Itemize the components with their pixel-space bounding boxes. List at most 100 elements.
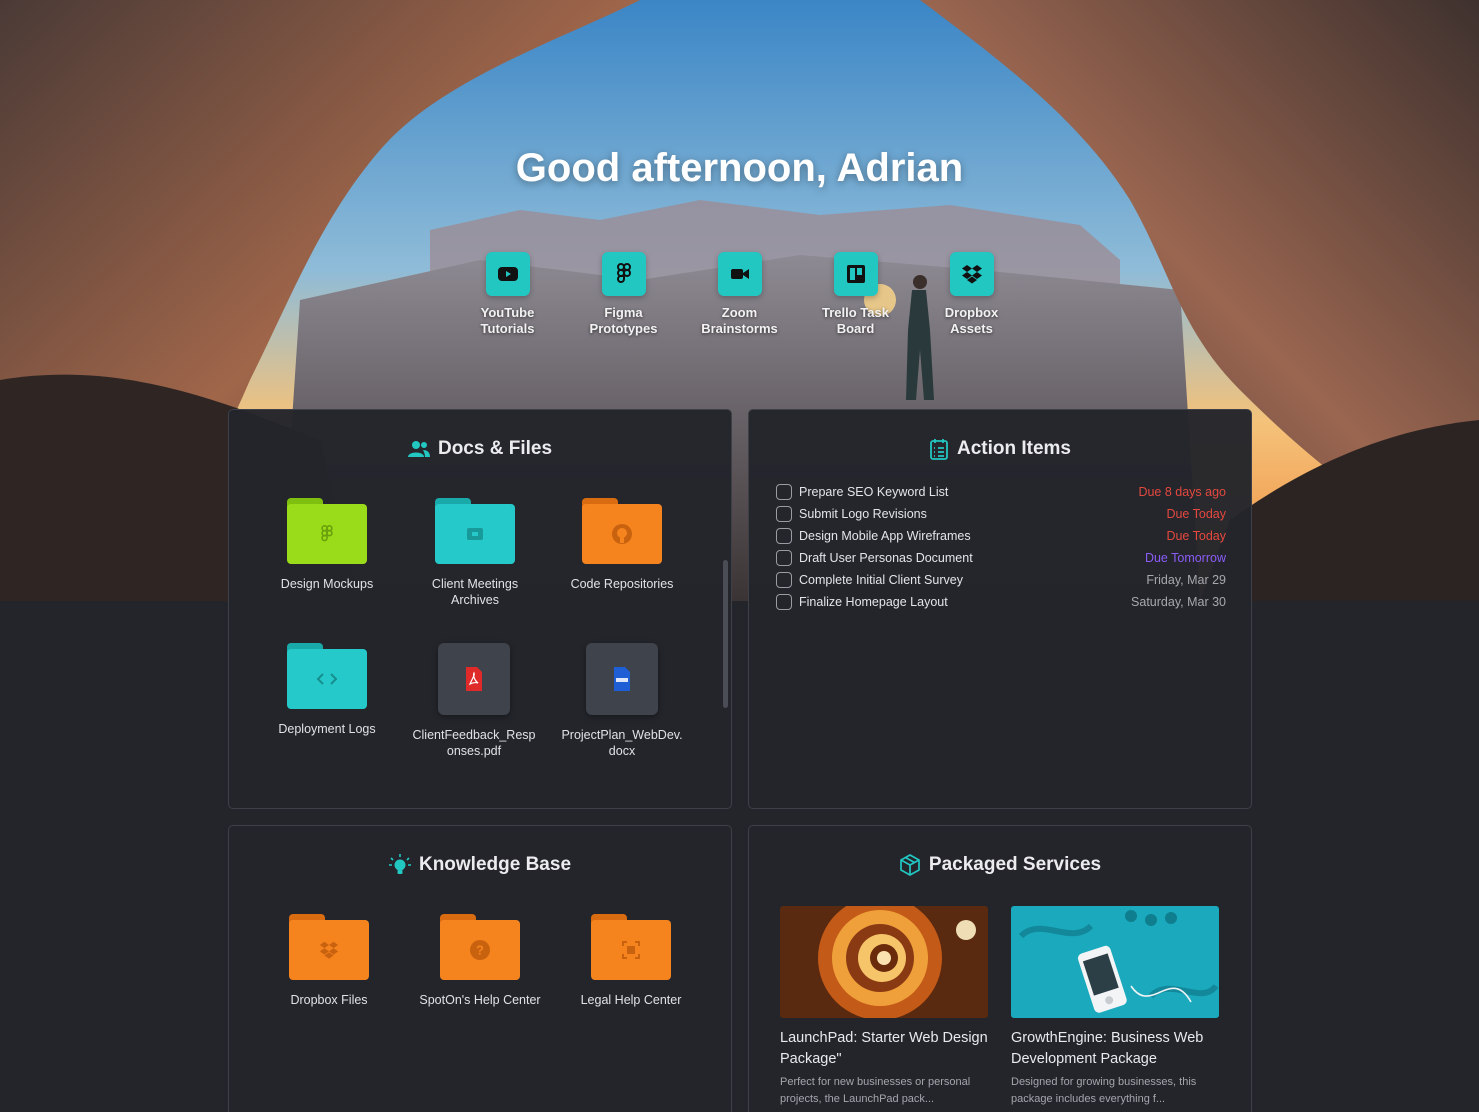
task-name: Submit Logo Revisions	[799, 507, 927, 521]
task-name: Draft User Personas Document	[799, 551, 973, 565]
folder-legal-help[interactable]: Legal Help Center	[561, 914, 701, 1008]
youtube-icon	[485, 252, 530, 296]
package-description: Designed for growing businesses, this pa…	[1011, 1076, 1197, 1105]
code-icon	[316, 673, 338, 685]
folder-icon	[289, 914, 369, 980]
file-client-feedback[interactable]: ClientFeedback_Responses.pdf	[404, 643, 544, 759]
folder-deployment-logs[interactable]: Deployment Logs	[257, 643, 397, 737]
item-label: ClientFeedback_Responses.pdf	[412, 728, 536, 758]
scrollbar[interactable]	[723, 560, 728, 708]
task-due-date: Due Tomorrow	[1144, 551, 1226, 565]
folder-icon: ?	[440, 914, 520, 980]
folder-icon	[435, 498, 515, 564]
item-label: Deployment Logs	[278, 722, 376, 736]
folder-dropbox-files[interactable]: Dropbox Files	[259, 914, 399, 1008]
package-title: LaunchPad: Starter Web Design Package"	[780, 1030, 988, 1067]
knowledge-base-card: Knowledge Base Dropbox Files ? SpotOn's …	[228, 825, 732, 1112]
packages-title: Packaged Services	[928, 854, 1102, 875]
task-due-date: Saturday, Mar 30	[1131, 595, 1226, 609]
task-checkbox[interactable]	[776, 550, 792, 566]
greeting-heading: Good afternoon, Adrian	[515, 146, 964, 190]
people-icon	[407, 441, 430, 457]
item-label: Legal Help Center	[580, 993, 682, 1007]
trello-icon	[833, 252, 878, 296]
task-checkbox[interactable]	[776, 572, 792, 588]
quick-links: YouTube Tutorials Figma Prototypes Zoom …	[0, 252, 1479, 337]
packaged-services-card: Packaged Services LaunchPad: Starter Web…	[748, 825, 1252, 1112]
item-label: Dropbox Files	[290, 993, 368, 1007]
folder-icon	[287, 498, 367, 564]
task-row[interactable]: Finalize Homepage Layout Saturday, Mar 3…	[776, 592, 1226, 612]
github-icon	[612, 524, 632, 544]
shortcut-youtube[interactable]: YouTube Tutorials	[463, 252, 553, 337]
frame-icon	[622, 941, 640, 959]
file-project-plan[interactable]: ProjectPlan_WebDev.docx	[552, 643, 692, 759]
task-due-date: Due Today	[1166, 529, 1226, 543]
task-row[interactable]: Design Mobile App Wireframes Due Today	[776, 526, 1226, 546]
folder-client-meetings[interactable]: Client Meetings Archives	[405, 498, 545, 608]
task-due-date: Due Today	[1166, 507, 1226, 521]
package-title: GrowthEngine: Business Web Development P…	[1011, 1030, 1204, 1067]
knowledge-title: Knowledge Base	[418, 854, 572, 875]
package-description: Perfect for new businesses or personal p…	[780, 1076, 971, 1105]
actions-title: Action Items	[956, 438, 1072, 459]
task-due-date: Due 8 days ago	[1138, 485, 1226, 499]
shortcut-label: Dropbox Assets	[944, 305, 999, 336]
item-label: ProjectPlan_WebDev.docx	[561, 728, 683, 758]
task-row[interactable]: Complete Initial Client Survey Friday, M…	[776, 570, 1226, 590]
docs-files-card: Docs & Files Design Mockups Client Meeti…	[228, 409, 732, 809]
task-checkbox[interactable]	[776, 594, 792, 610]
task-row[interactable]: Draft User Personas Document Due Tomorro…	[776, 548, 1226, 568]
doc-icon	[614, 667, 630, 691]
shortcut-zoom[interactable]: Zoom Brainstorms	[695, 252, 785, 337]
task-checkbox[interactable]	[776, 506, 792, 522]
folder-icon	[287, 643, 367, 709]
task-row[interactable]: Submit Logo Revisions Due Today	[776, 504, 1226, 524]
checklist-icon	[930, 439, 948, 460]
doc-file-thumbnail	[586, 643, 658, 715]
shortcut-label: YouTube Tutorials	[480, 305, 535, 336]
package-card-growthengine[interactable]: GrowthEngine: Business Web Development P…	[1011, 906, 1219, 1108]
folder-spoton-help[interactable]: ? SpotOn's Help Center	[410, 914, 550, 1008]
pdf-file-thumbnail	[438, 643, 510, 715]
package-card-launchpad[interactable]: LaunchPad: Starter Web Design Package" P…	[780, 906, 988, 1108]
card-title: Action Items	[749, 438, 1251, 460]
lightbulb-icon	[388, 854, 411, 874]
card-title: Docs & Files	[229, 438, 731, 460]
task-name: Complete Initial Client Survey	[799, 573, 963, 587]
folder-design-mockups[interactable]: Design Mockups	[257, 498, 397, 592]
shortcut-dropbox[interactable]: Dropbox Assets	[927, 252, 1017, 337]
item-label: Code Repositories	[570, 577, 674, 591]
svg-text:?: ?	[476, 943, 484, 958]
dropbox-icon	[319, 941, 339, 959]
shortcut-figma[interactable]: Figma Prototypes	[579, 252, 669, 337]
docs-title: Docs & Files	[437, 438, 553, 459]
folder-code-repositories[interactable]: Code Repositories	[552, 498, 692, 592]
figma-icon	[321, 525, 333, 542]
card-title: Knowledge Base	[229, 854, 731, 876]
spiral-staircase-image	[780, 906, 988, 1018]
item-label: SpotOn's Help Center	[419, 993, 541, 1007]
shortcut-label: Trello Task Board	[822, 305, 889, 336]
task-name: Finalize Homepage Layout	[799, 595, 948, 609]
item-label: Client Meetings Archives	[431, 577, 519, 607]
phone-flatlay-image	[1011, 906, 1219, 1018]
action-items-card: Action Items Prepare SEO Keyword List Du…	[748, 409, 1252, 809]
task-name: Prepare SEO Keyword List	[799, 485, 949, 499]
task-name: Design Mobile App Wireframes	[799, 529, 971, 543]
shortcut-label: Zoom Brainstorms	[701, 305, 778, 336]
task-checkbox[interactable]	[776, 484, 792, 500]
item-label: Design Mockups	[280, 577, 374, 591]
shortcut-label: Figma Prototypes	[589, 305, 658, 336]
video-camera-icon	[717, 252, 762, 296]
shortcut-trello[interactable]: Trello Task Board	[811, 252, 901, 337]
question-icon: ?	[470, 940, 490, 960]
task-checkbox[interactable]	[776, 528, 792, 544]
card-title: Packaged Services	[749, 854, 1251, 876]
folder-icon	[591, 914, 671, 980]
pdf-icon	[466, 667, 482, 691]
dropbox-icon	[949, 252, 994, 296]
folder-icon	[582, 498, 662, 564]
task-row[interactable]: Prepare SEO Keyword List Due 8 days ago	[776, 482, 1226, 502]
archive-icon	[467, 528, 483, 540]
